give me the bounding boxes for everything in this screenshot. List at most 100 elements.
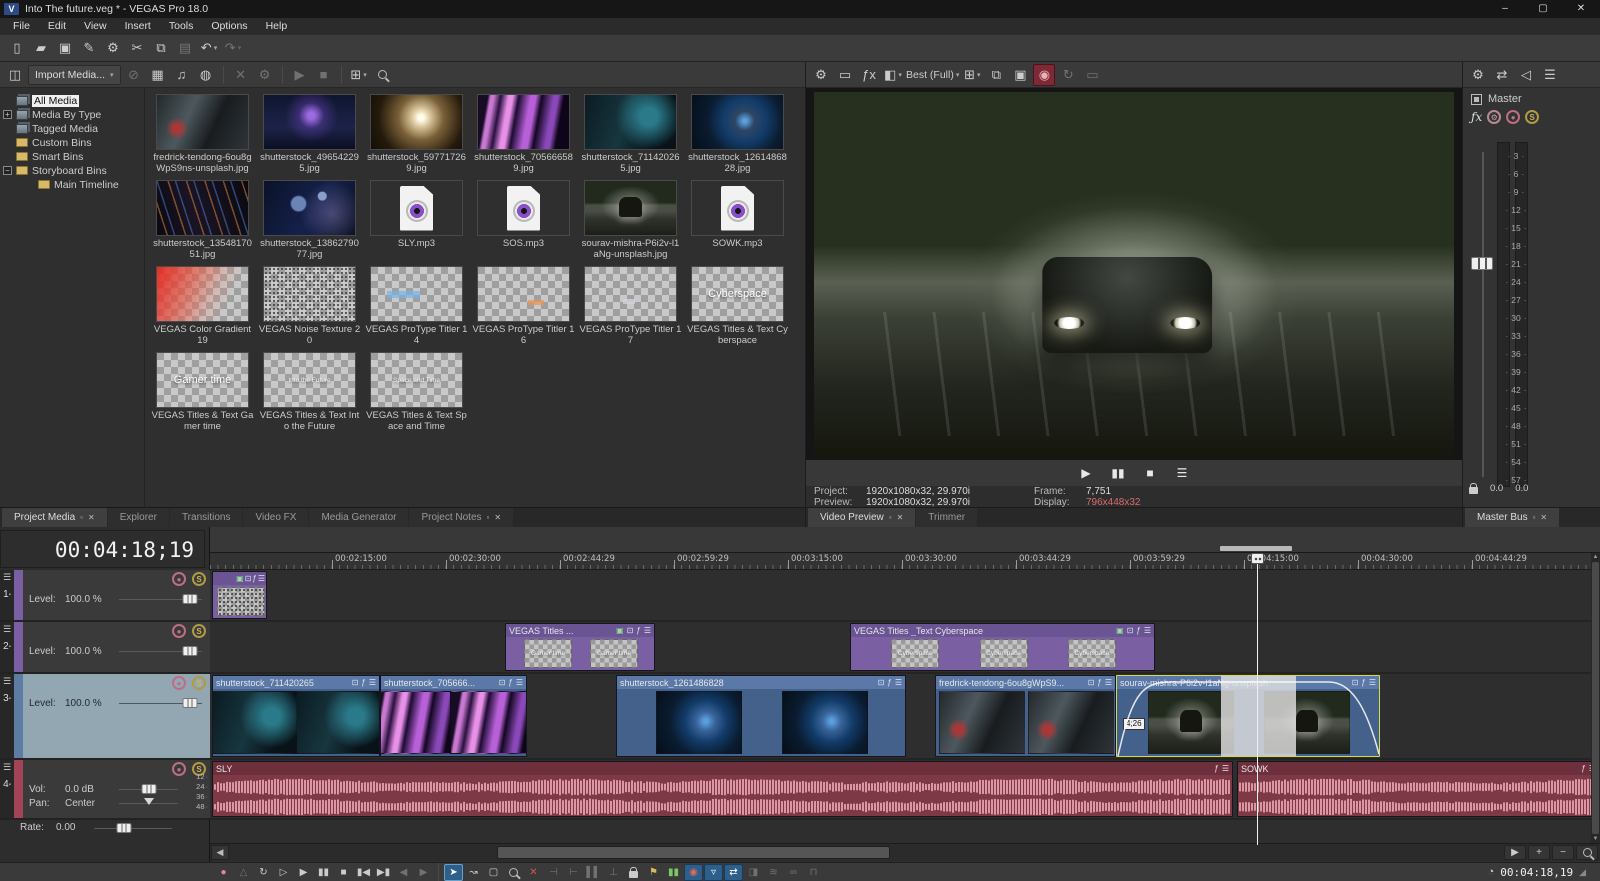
- project-properties-icon[interactable]: ✎: [78, 37, 100, 59]
- event-fx-icon[interactable]: ƒ: [361, 677, 365, 689]
- track-slider[interactable]: [119, 646, 202, 656]
- track-solo-icon[interactable]: S: [192, 676, 206, 690]
- media-item[interactable]: SOWK.mp3: [684, 180, 791, 266]
- loop-playback-icon[interactable]: ↻: [254, 864, 273, 881]
- media-item[interactable]: SOS.mp3: [470, 180, 577, 266]
- event-menu-icon[interactable]: ☰: [258, 573, 265, 585]
- media-item[interactable]: VEGAS ProType Titler 14: [363, 266, 470, 352]
- preview-tags-icon[interactable]: ▭: [1081, 64, 1103, 86]
- bin-media-by-type[interactable]: +Media By Type: [0, 108, 144, 121]
- save-snapshot-icon[interactable]: ▣: [1009, 64, 1031, 86]
- bus-fx-icon[interactable]: ƒx: [1471, 110, 1482, 124]
- grid-overlay-icon[interactable]: ⊞▾: [961, 64, 983, 86]
- preview-stop-icon[interactable]: ■: [313, 64, 335, 86]
- media-item[interactable]: shutterstock_1386279077.jpg: [256, 180, 363, 266]
- media-bins-pane-icon[interactable]: ◫: [4, 64, 26, 86]
- event-fx-icon[interactable]: ƒ: [887, 677, 891, 689]
- play-icon[interactable]: ▶: [1075, 462, 1097, 484]
- loop-preview-icon[interactable]: ↻: [1057, 64, 1079, 86]
- bin-custom-bins[interactable]: Custom Bins: [0, 136, 144, 149]
- media-item[interactable]: Into the FutureVEGAS Titles & Text Into …: [256, 352, 363, 438]
- pan-crop-icon[interactable]: ⊡: [1088, 677, 1095, 689]
- timecode-display[interactable]: 00:04:18;19: [0, 530, 205, 568]
- tab-trimmer[interactable]: Trimmer: [916, 508, 977, 527]
- track-mute-icon[interactable]: ●: [172, 676, 186, 690]
- media-item[interactable]: shutterstock_1354817051.jpg: [149, 180, 256, 266]
- menu-view[interactable]: View: [75, 18, 116, 35]
- mixer-console-icon[interactable]: ☰: [1539, 64, 1561, 86]
- edit-tool-icon[interactable]: ➤: [444, 864, 463, 881]
- envelope-tool-icon[interactable]: ↝: [464, 864, 483, 881]
- trim-start-icon[interactable]: ⊣: [544, 864, 563, 881]
- record-icon[interactable]: ●: [214, 864, 233, 881]
- split-event-icon[interactable]: ▌▌: [584, 864, 603, 881]
- tab-video-preview[interactable]: Video Preview▫✕: [808, 508, 915, 527]
- bin-all-media[interactable]: All Media: [0, 94, 144, 107]
- pan-crop-icon[interactable]: ⊡: [878, 677, 885, 689]
- zoom-tool-icon[interactable]: [504, 864, 523, 881]
- bin-tagged-media[interactable]: Tagged Media: [0, 122, 144, 135]
- trim-end-icon[interactable]: ⊢: [564, 864, 583, 881]
- remove-all-icon[interactable]: ⊘: [123, 64, 145, 86]
- go-to-start-icon[interactable]: ▮◀: [354, 864, 373, 881]
- event-fx-icon[interactable]: ƒ: [1361, 677, 1365, 689]
- split-screen-view-icon[interactable]: ◧▾: [882, 64, 904, 86]
- resize-grip-icon[interactable]: ◢: [1579, 867, 1586, 878]
- dim-output-icon[interactable]: ◁: [1515, 64, 1537, 86]
- media-item[interactable]: shutterstock_496542295.jpg: [256, 94, 363, 180]
- generated-media-icon[interactable]: ▣: [616, 625, 624, 637]
- stop-icon[interactable]: ■: [1139, 462, 1161, 484]
- bus-automation-icon[interactable]: ⚙: [1487, 110, 1501, 124]
- media-item[interactable]: Space and TimeVEGAS Titles & Text Space …: [363, 352, 470, 438]
- float-window-icon[interactable]: ▫: [80, 513, 83, 522]
- open-project-icon[interactable]: ▰: [30, 37, 52, 59]
- generated-media-icon[interactable]: ▣: [236, 573, 244, 585]
- import-media-button[interactable]: Import Media...▾: [28, 65, 121, 85]
- track-slider[interactable]: [119, 594, 202, 604]
- selection-tool-icon[interactable]: ▢: [484, 864, 503, 881]
- menu-edit[interactable]: Edit: [39, 18, 75, 35]
- expander-icon[interactable]: −: [3, 166, 12, 175]
- insert-region-icon[interactable]: ▮▮: [664, 864, 683, 881]
- event-menu-icon[interactable]: ☰: [369, 677, 376, 689]
- menu-tools[interactable]: Tools: [160, 18, 203, 35]
- bin-smart-bins[interactable]: Smart Bins: [0, 150, 144, 163]
- metronome-icon[interactable]: △: [234, 864, 253, 881]
- rate-slider-handle[interactable]: [116, 823, 131, 833]
- track-solo-icon[interactable]: S: [192, 624, 206, 638]
- enable-snapping-icon[interactable]: ⊥: [604, 864, 623, 881]
- insert-marker-icon[interactable]: ⚑: [644, 864, 663, 881]
- tab-transitions[interactable]: Transitions: [170, 508, 243, 527]
- track-lane-1[interactable]: [210, 570, 1600, 622]
- media-properties-icon[interactable]: ⚙: [254, 64, 276, 86]
- bus-settings-icon[interactable]: ⚙: [1467, 64, 1489, 86]
- prev-frame-icon[interactable]: ◀: [394, 864, 413, 881]
- float-window-icon[interactable]: ▫: [889, 513, 892, 522]
- media-item[interactable]: SLY.mp3: [363, 180, 470, 266]
- event-pan-crop-icon[interactable]: ⇄: [724, 864, 743, 881]
- media-item[interactable]: shutterstock_711420265.jpg: [577, 94, 684, 180]
- float-window-icon[interactable]: ▫: [1533, 513, 1536, 522]
- tab-media-generator[interactable]: Media Generator: [309, 508, 408, 527]
- minimize-button[interactable]: –: [1486, 0, 1524, 18]
- pan-crop-icon[interactable]: ⊡: [1352, 677, 1359, 689]
- track-menu-icon[interactable]: ☰: [3, 676, 11, 686]
- play-icon[interactable]: ▶: [294, 864, 313, 881]
- event-menu-icon[interactable]: ☰: [895, 677, 902, 689]
- timeline-clip[interactable]: VEGAS Titles _Text Cyberspace▣⊡ƒ☰Cybersp…: [850, 623, 1155, 671]
- envelope-overlay-icon[interactable]: ▿: [704, 864, 723, 881]
- timeline-clip[interactable]: shutterstock_705666...⊡ƒ☰: [380, 675, 527, 757]
- extract-audio-icon[interactable]: ♫: [171, 64, 193, 86]
- ignore-grouping-icon[interactable]: ∞: [784, 864, 803, 881]
- zoom-tool-icon[interactable]: [1576, 845, 1598, 860]
- preview-play-icon[interactable]: ▶: [289, 64, 311, 86]
- new-project-icon[interactable]: ▯: [6, 37, 28, 59]
- event-menu-icon[interactable]: ☰: [1105, 677, 1112, 689]
- preferences-icon[interactable]: ⚙: [102, 37, 124, 59]
- save-project-icon[interactable]: ▣: [54, 37, 76, 59]
- media-item[interactable]: shutterstock_597717269.jpg: [363, 94, 470, 180]
- play-from-start-icon[interactable]: ▷: [274, 864, 293, 881]
- timeline-clip[interactable]: ▣⊡ƒ☰: [212, 571, 267, 619]
- delete-event-icon[interactable]: ✕: [524, 864, 543, 881]
- tab-project-notes[interactable]: Project Notes▫✕: [409, 508, 513, 527]
